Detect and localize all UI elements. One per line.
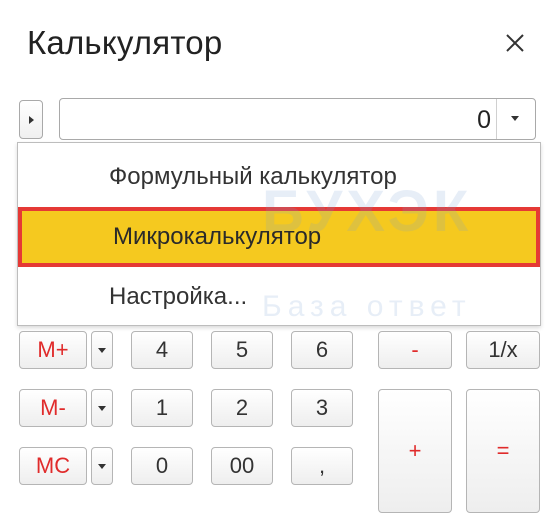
chevron-down-icon [98,464,106,469]
digit-6-button[interactable]: 6 [291,331,353,369]
chevron-down-icon [511,116,519,121]
display-field[interactable]: 0 [59,98,536,140]
digit-3-button[interactable]: 3 [291,389,353,427]
display-value: 0 [477,106,491,134]
equals-button[interactable]: = [466,389,540,513]
close-icon [506,34,524,52]
digit-1-button[interactable]: 1 [131,389,193,427]
digit-0-button[interactable]: 0 [131,447,193,485]
reciprocal-button[interactable]: 1/x [466,331,540,369]
digit-2-button[interactable]: 2 [211,389,273,427]
caret-right-icon [29,116,34,124]
menu-item-microcalculator[interactable]: Микрокалькулятор [18,207,540,267]
memory-add-button[interactable]: M+ [19,331,87,369]
menu-toggle-button[interactable] [19,100,43,139]
menu-item-formula-calculator[interactable]: Формульный калькулятор [18,159,540,195]
calculator-window: Калькулятор 0 Формульный калькулятор Мик… [0,0,556,513]
memory-clear-dropdown[interactable] [91,447,113,485]
digit-00-button[interactable]: 00 [211,447,273,485]
display-dropdown-button[interactable] [496,99,535,139]
memory-subtract-dropdown[interactable] [91,389,113,427]
memory-subtract-button[interactable]: M- [19,389,87,427]
close-button[interactable] [500,28,530,58]
chevron-down-icon [98,406,106,411]
digit-4-button[interactable]: 4 [131,331,193,369]
window-title: Калькулятор [27,24,223,61]
digit-5-button[interactable]: 5 [211,331,273,369]
memory-clear-button[interactable]: MC [19,447,87,485]
menu-item-settings[interactable]: Настройка... [18,279,540,315]
decimal-separator-button[interactable]: , [291,447,353,485]
plus-button[interactable]: + [378,389,452,513]
chevron-down-icon [98,348,106,353]
minus-button[interactable]: - [378,331,452,369]
dropdown-menu: Формульный калькулятор Микрокалькулятор … [17,142,541,326]
memory-add-dropdown[interactable] [91,331,113,369]
